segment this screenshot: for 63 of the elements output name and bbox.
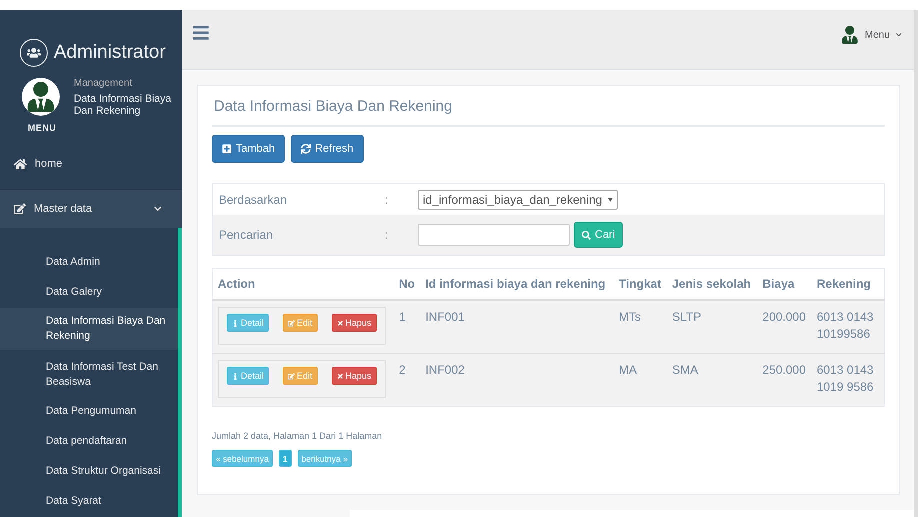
table-cell: INF002: [420, 354, 614, 406]
profile-role: Management: [74, 78, 134, 89]
table-cell: 2: [394, 354, 421, 406]
submenu-item[interactable]: Data Struktur Organisasi: [0, 457, 178, 487]
edit-icon: [288, 372, 296, 380]
search-icon: [582, 230, 591, 240]
submenu-item[interactable]: Data Galery: [0, 278, 178, 308]
menu-heading: MENU: [27, 122, 58, 133]
column-header: Action: [212, 268, 394, 300]
column-header: Id informasi biaya dan rekening: [420, 268, 614, 300]
column-header: Rekening: [812, 268, 884, 300]
summary-text: Jumlah 2 data, Halaman 1 Dari 1 Halaman: [212, 431, 384, 441]
chevron-icon: [154, 205, 162, 213]
submenu-item[interactable]: Data Admin: [0, 248, 178, 278]
sidebar-item[interactable]: Master data: [0, 189, 182, 228]
submenu-item[interactable]: Data Pengumuman: [0, 397, 178, 427]
close-icon: [336, 320, 344, 326]
caret-icon: [608, 198, 614, 202]
edit-icon: [14, 203, 26, 215]
table-cell: 6013 0143 1019 9586: [812, 354, 884, 406]
search-field[interactable]: [418, 224, 570, 246]
table-cell: 1: [394, 300, 421, 354]
table-cell: INF001: [420, 300, 614, 354]
table-cell: 250.000: [758, 354, 812, 406]
close-icon: [336, 372, 344, 380]
delete-button[interactable]: Hapus: [332, 314, 377, 332]
column-header: Jenis sekolah: [667, 268, 758, 300]
table-cell: SLTP: [667, 300, 758, 354]
menu-icon[interactable]: [192, 24, 210, 42]
table-cell: 200.000: [758, 300, 812, 354]
user-icon: [840, 26, 859, 44]
users-icon: [20, 39, 48, 67]
info-icon: [232, 320, 239, 326]
refresh-button[interactable]: Refresh: [291, 135, 364, 163]
delete-button[interactable]: Hapus: [332, 367, 377, 385]
edit-icon: [288, 320, 296, 326]
column-header: No: [394, 268, 421, 300]
app-title: Administrator: [54, 42, 166, 64]
table-cell: SMA: [667, 354, 758, 406]
submenu-item[interactable]: Data Informasi Biaya Dan Rekening: [0, 308, 178, 350]
avatar-icon: [22, 78, 60, 116]
separator: :: [385, 192, 390, 206]
column-header: Biaya: [758, 268, 812, 300]
info-icon: [232, 372, 239, 380]
add-button[interactable]: Tambah: [212, 135, 286, 163]
sidebar-item[interactable]: home: [0, 143, 182, 185]
submenu-item[interactable]: Data pendaftaran: [0, 427, 178, 457]
separator: :: [385, 228, 390, 242]
user-menu[interactable]: Menu: [840, 24, 902, 46]
chevron-icon: [896, 32, 902, 38]
filter-select[interactable]: id_informasi_biaya_dan_rekening: [418, 190, 618, 210]
refresh-icon: [301, 144, 312, 154]
home-icon: [14, 158, 27, 170]
search-label: Pencarian: [218, 228, 274, 242]
table-cell: 6013 0143 10199586: [812, 300, 884, 354]
profile-page: Data Informasi Biaya Dan Rekening: [74, 93, 172, 117]
table-cell: MTs: [614, 300, 668, 354]
submenu-item[interactable]: Data Syarat: [0, 487, 178, 517]
panel-title: Data Informasi Biaya Dan Rekening: [212, 98, 885, 127]
submenu-item[interactable]: Data Informasi Test Dan Beasiswa: [0, 353, 178, 397]
column-header: Tingkat: [614, 268, 668, 300]
filter-label: Berdasarkan: [218, 192, 288, 206]
table-cell: MA: [614, 354, 668, 406]
